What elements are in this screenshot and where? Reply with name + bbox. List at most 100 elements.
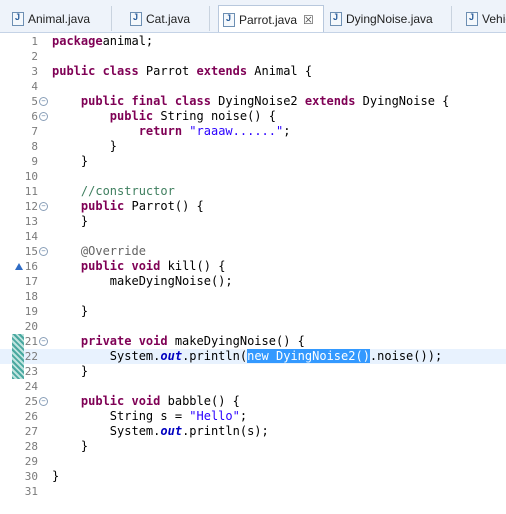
- code-line[interactable]: 1 packageanimal;: [0, 34, 506, 49]
- code-line[interactable]: 18: [0, 289, 506, 304]
- line-number: 31: [24, 485, 38, 498]
- comment-token: //constructor: [80, 184, 175, 198]
- close-tab-icon[interactable]: ☒: [303, 13, 314, 27]
- code-line[interactable]: 27 System.out.println(s);: [0, 424, 506, 439]
- keyword-token: public void: [80, 259, 161, 273]
- code-text: //constructor: [52, 184, 175, 199]
- line-number: 1: [31, 35, 38, 48]
- code-line[interactable]: 28 }: [0, 439, 506, 454]
- tab-cat-java[interactable]: Cat.java: [126, 6, 210, 31]
- editor-tab-bar: Animal.java Cat.java Parrot.java ☒ Dying…: [0, 0, 506, 33]
- line-number: 14: [24, 230, 38, 243]
- code-line[interactable]: 11 //constructor: [0, 184, 506, 199]
- tab-dyingnoise-java[interactable]: DyingNoise.java: [326, 6, 452, 31]
- line-number: 20: [24, 320, 38, 333]
- code-token: String noise() {: [153, 109, 276, 123]
- line-number: 10: [24, 170, 38, 183]
- field-token: out: [160, 349, 183, 363]
- line-number: 19: [24, 305, 38, 318]
- code-text: }: [52, 154, 88, 169]
- line-number: 12: [24, 200, 38, 213]
- code-text: String s = "Hello";: [52, 409, 247, 424]
- code-token: String s =: [52, 409, 190, 423]
- tab-parrot-java[interactable]: Parrot.java ☒: [218, 5, 324, 32]
- code-line[interactable]: 15− @Override: [0, 244, 506, 259]
- code-token: }: [52, 214, 89, 228]
- code-token: .noise());: [369, 349, 443, 363]
- code-text: }: [52, 139, 117, 154]
- tab-animal-java[interactable]: Animal.java: [8, 6, 112, 31]
- code-text: private void makeDyingNoise() {: [52, 334, 305, 349]
- java-file-icon: [223, 12, 235, 27]
- fold-toggle-icon[interactable]: −: [39, 397, 48, 406]
- code-line[interactable]: 3 public class Parrot extends Animal {: [0, 64, 506, 79]
- code-line[interactable]: 8 }: [0, 139, 506, 154]
- tab-label: Parrot.java: [239, 12, 298, 27]
- code-text: makeDyingNoise();: [52, 274, 233, 289]
- line-number: 30: [24, 470, 38, 483]
- line-number: 3: [31, 65, 38, 78]
- selected-text: new DyingNoise2(): [247, 349, 370, 363]
- code-text: }: [52, 469, 59, 484]
- code-line[interactable]: 14: [0, 229, 506, 244]
- fold-toggle-icon[interactable]: −: [39, 202, 48, 211]
- tab-vehicle-java[interactable]: Vehic: [462, 6, 506, 31]
- fold-toggle-icon[interactable]: −: [39, 97, 48, 106]
- keyword-token: public: [80, 199, 125, 213]
- fold-toggle-icon[interactable]: −: [39, 337, 48, 346]
- keyword-token: public: [109, 109, 154, 123]
- code-line[interactable]: 12− public Parrot() {: [0, 199, 506, 214]
- code-line[interactable]: 13 }: [0, 214, 506, 229]
- keyword-token: public void: [80, 394, 161, 408]
- line-number: 8: [31, 140, 38, 153]
- keyword-token: private void: [80, 334, 168, 348]
- code-token: }: [52, 139, 118, 153]
- line-number: 4: [31, 80, 38, 93]
- keyword-token: extends: [196, 64, 248, 78]
- line-number: 9: [31, 155, 38, 168]
- code-line[interactable]: 9 }: [0, 154, 506, 169]
- code-line[interactable]: 24: [0, 379, 506, 394]
- fold-toggle-icon[interactable]: −: [39, 247, 48, 256]
- code-line[interactable]: 26 String s = "Hello";: [0, 409, 506, 424]
- code-text: packageanimal;: [52, 34, 153, 49]
- code-text: }: [52, 364, 88, 379]
- line-number: 5: [31, 95, 38, 108]
- line-number: 26: [24, 410, 38, 423]
- code-line[interactable]: 29: [0, 454, 506, 469]
- code-line[interactable]: 30}: [0, 469, 506, 484]
- code-line[interactable]: 4: [0, 79, 506, 94]
- keyword-token: extends: [304, 94, 356, 108]
- code-token: System.: [52, 349, 161, 363]
- line-number: 13: [24, 215, 38, 228]
- code-line[interactable]: 25− public void babble() {: [0, 394, 506, 409]
- code-line[interactable]: 7 return "raaaw......";: [0, 124, 506, 139]
- keyword-token: public class: [52, 64, 139, 78]
- code-line[interactable]: 19 }: [0, 304, 506, 319]
- string-token: "Hello": [189, 409, 240, 423]
- code-line[interactable]: 31: [0, 484, 506, 499]
- code-line[interactable]: 22 System.out.println(new DyingNoise2().…: [0, 349, 506, 364]
- line-number: 24: [24, 380, 38, 393]
- code-text: }: [52, 214, 88, 229]
- code-text: public void kill() {: [52, 259, 226, 274]
- code-line[interactable]: 6− public String noise() {: [0, 109, 506, 124]
- code-line[interactable]: 21− private void makeDyingNoise() {: [0, 334, 506, 349]
- code-line[interactable]: 16 public void kill() {: [0, 259, 506, 274]
- code-editor[interactable]: 1 packageanimal; 2 3 public class Parrot ext…: [0, 33, 506, 514]
- fold-toggle-icon[interactable]: −: [39, 112, 48, 121]
- code-token: ;: [283, 124, 291, 138]
- code-line[interactable]: 20: [0, 319, 506, 334]
- code-line[interactable]: 10: [0, 169, 506, 184]
- code-text: public class Parrot extends Animal {: [52, 64, 312, 79]
- java-file-icon: [330, 11, 342, 26]
- code-token: Parrot: [138, 64, 197, 78]
- code-text: System.out.println(new DyingNoise2().noi…: [52, 349, 442, 364]
- code-line[interactable]: 5− public final class DyingNoise2 extend…: [0, 94, 506, 109]
- code-line[interactable]: 2: [0, 49, 506, 64]
- code-line[interactable]: 23 }: [0, 364, 506, 379]
- code-line[interactable]: 17 makeDyingNoise();: [0, 274, 506, 289]
